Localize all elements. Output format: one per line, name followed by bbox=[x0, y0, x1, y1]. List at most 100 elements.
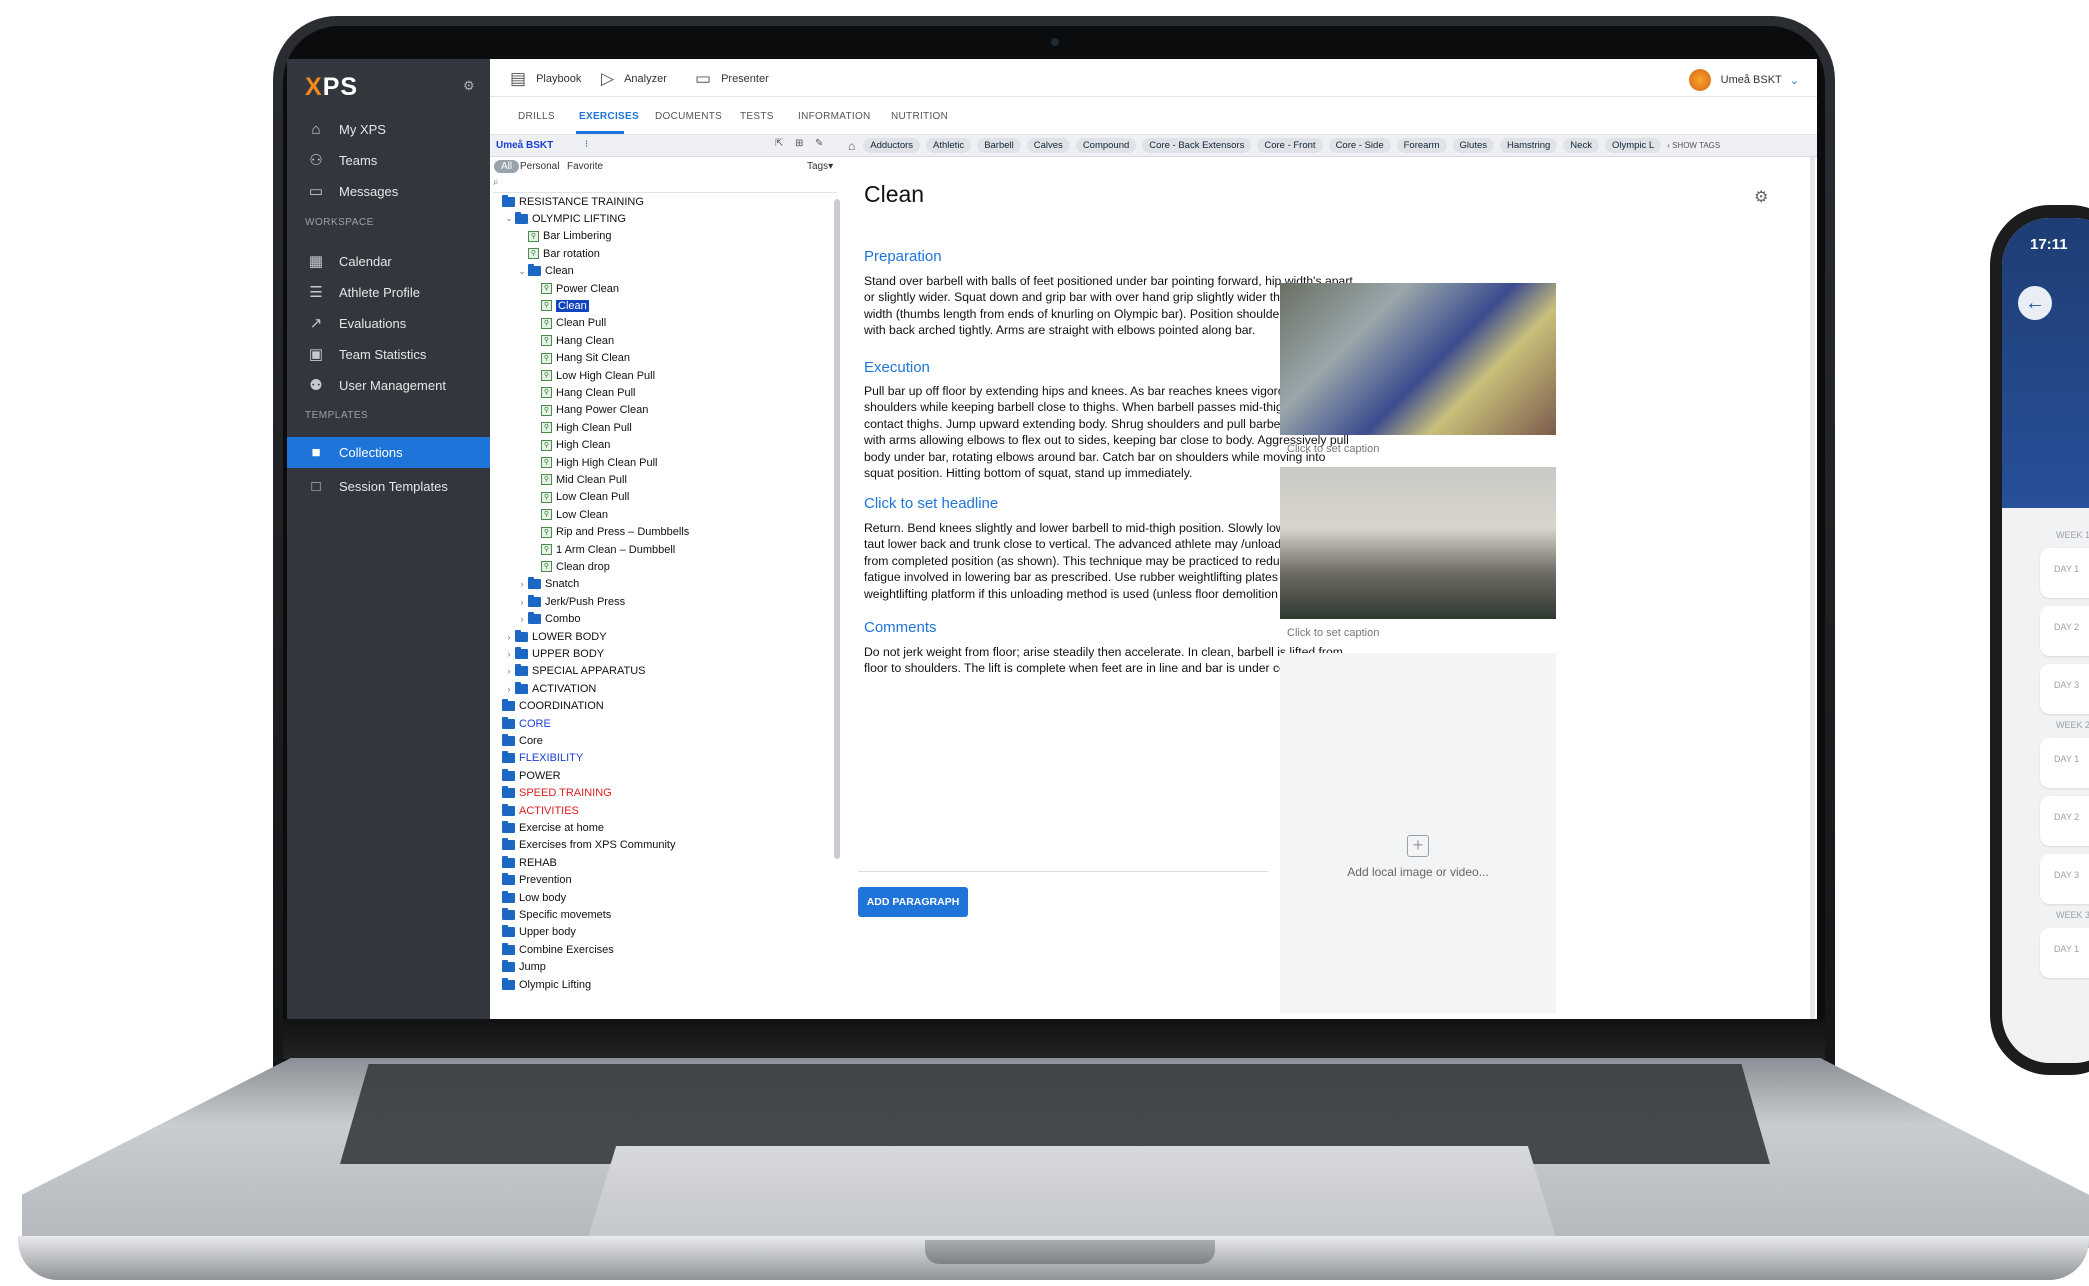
tree-exercise[interactable]: ⚲ Clean drop bbox=[529, 558, 610, 575]
analyzer-button[interactable]: ▷ Analyzer bbox=[601, 69, 667, 89]
tag-chip[interactable]: Forearm bbox=[1396, 138, 1447, 153]
image-caption-2[interactable]: Click to set caption bbox=[1287, 627, 1379, 639]
tree-exercise[interactable]: ⚲ Bar Limbering bbox=[516, 228, 611, 245]
tree-folder[interactable]: POWER bbox=[490, 767, 561, 784]
tree-exercise[interactable]: ⚲ Power Clean bbox=[529, 280, 619, 297]
gear-icon[interactable]: ⚙ bbox=[1754, 187, 1768, 207]
phone-day-card[interactable]: DAY 2 bbox=[2040, 606, 2089, 656]
tab-information[interactable]: INFORMATION bbox=[798, 111, 871, 122]
tag-chip[interactable]: Calves bbox=[1026, 138, 1070, 153]
tree-folder[interactable]: FLEXIBILITY bbox=[490, 750, 583, 767]
tag-chip[interactable]: Glutes bbox=[1452, 138, 1494, 153]
tree-exercise[interactable]: ⚲ Low High Clean Pull bbox=[529, 367, 655, 384]
team-dropdown-icon[interactable]: ⁝ bbox=[585, 139, 588, 150]
tree-folder[interactable]: › LOWER BODY bbox=[503, 628, 607, 645]
chevron-right-icon[interactable]: › bbox=[503, 649, 515, 659]
tree-exercise[interactable]: ⚲ 1 Arm Clean – Dumbbell bbox=[529, 541, 675, 558]
chevron-right-icon[interactable]: › bbox=[516, 614, 528, 624]
phone-day-card[interactable]: DAY 1 bbox=[2040, 928, 2089, 978]
tree-folder[interactable]: › Jerk/Push Press bbox=[516, 593, 625, 610]
tag-chip[interactable]: Barbell bbox=[977, 138, 1021, 153]
tab-tests[interactable]: TESTS bbox=[740, 111, 774, 122]
tag-chip[interactable]: Core - Back Extensors bbox=[1142, 138, 1252, 153]
add-paragraph-button[interactable]: ADD PARAGRAPH bbox=[858, 887, 968, 917]
phone-day-card[interactable]: DAY 1 bbox=[2040, 738, 2089, 788]
tree-exercise[interactable]: ⚲ Low Clean Pull bbox=[529, 489, 629, 506]
tree-exercise[interactable]: ⚲ High High Clean Pull bbox=[529, 454, 658, 471]
phone-day-card[interactable]: DAY 1 bbox=[2040, 548, 2089, 598]
tag-chip[interactable]: Core - Side bbox=[1328, 138, 1391, 153]
tree-folder[interactable]: Prevention bbox=[490, 872, 572, 889]
tree-folder[interactable]: › Combo bbox=[516, 611, 580, 628]
settings-gear-icon[interactable]: ⚙ bbox=[463, 78, 475, 94]
tree-exercise[interactable]: ⚲ Hang Clean bbox=[529, 332, 614, 349]
chevron-right-icon[interactable]: › bbox=[503, 666, 515, 676]
sidebar-item-collections[interactable]: ■ Collections bbox=[287, 437, 490, 468]
tree-folder[interactable]: Exercises from XPS Community bbox=[490, 837, 675, 854]
tree-folder[interactable]: › Snatch bbox=[516, 576, 579, 593]
tab-exercises[interactable]: EXERCISES bbox=[579, 111, 639, 122]
tree-folder[interactable]: RESISTANCE TRAINING bbox=[490, 193, 644, 210]
media-drop-zone[interactable] bbox=[1280, 653, 1556, 1013]
tree-folder[interactable]: Upper body bbox=[490, 924, 576, 941]
tree-folder[interactable]: Exercise at home bbox=[490, 819, 604, 836]
playbook-button[interactable]: ▤ Playbook bbox=[510, 69, 581, 89]
tree-folder[interactable]: ⌄ Clean bbox=[516, 263, 574, 280]
tree-folder[interactable]: SPEED TRAINING bbox=[490, 785, 612, 802]
tree-team-selector[interactable]: Umeå BSKT bbox=[496, 140, 553, 151]
tag-chip[interactable]: Core - Front bbox=[1257, 138, 1323, 153]
phone-day-card[interactable]: DAY 3 bbox=[2040, 854, 2089, 904]
chevron-right-icon[interactable]: › bbox=[503, 684, 515, 694]
tree-folder[interactable]: CORE bbox=[490, 715, 551, 732]
tag-chip[interactable]: Adductors bbox=[863, 138, 921, 153]
tree-search-input[interactable]: ⌕ bbox=[493, 177, 837, 193]
sidebar-item-user-management[interactable]: ⚉ User Management bbox=[287, 367, 490, 403]
tree-folder[interactable]: ACTIVITIES bbox=[490, 802, 579, 819]
tree-exercise[interactable]: ⚲ Clean bbox=[529, 297, 589, 314]
chevron-down-icon[interactable]: ⌄ bbox=[503, 213, 515, 224]
tree-folder[interactable]: REHAB bbox=[490, 854, 557, 871]
chevron-down-icon[interactable]: ⌄ bbox=[516, 266, 528, 277]
xps-logo[interactable]: XPS bbox=[305, 73, 358, 102]
tag-chip[interactable]: Compound bbox=[1075, 138, 1137, 153]
tree-exercise[interactable]: ⚲ Low Clean bbox=[529, 506, 608, 523]
back-arrow-icon[interactable]: ← bbox=[2018, 286, 2052, 320]
presenter-button[interactable]: ▭ Presenter bbox=[695, 69, 769, 89]
exercise-title[interactable]: Clean bbox=[864, 181, 924, 208]
exercise-image-gym-clean[interactable] bbox=[1280, 283, 1556, 435]
tab-nutrition[interactable]: NUTRITION bbox=[891, 111, 948, 122]
tree-folder[interactable]: › UPPER BODY bbox=[503, 645, 604, 662]
chevron-right-icon[interactable]: › bbox=[516, 597, 528, 607]
filter-favorite[interactable]: Favorite bbox=[567, 161, 603, 172]
exercise-image-rack-clean[interactable] bbox=[1280, 467, 1556, 619]
team-selector[interactable]: Umeå BSKT ⌄ bbox=[1688, 69, 1799, 91]
tree-folder[interactable]: Core bbox=[490, 732, 543, 749]
show-tags-toggle[interactable]: ‹ SHOW TAGS bbox=[1667, 141, 1720, 150]
tags-filter-dropdown[interactable]: Tags▾ bbox=[807, 161, 833, 172]
tree-folder[interactable]: Combine Exercises bbox=[490, 941, 614, 958]
tag-chip[interactable]: Athletic bbox=[926, 138, 972, 153]
tree-exercise[interactable]: ⚲ High Clean bbox=[529, 437, 610, 454]
tree-exercise[interactable]: ⚲ Bar rotation bbox=[516, 245, 600, 262]
tree-folder[interactable]: › ACTIVATION bbox=[503, 680, 596, 697]
tree-exercise[interactable]: ⚲ Clean Pull bbox=[529, 315, 606, 332]
tree-folder[interactable]: ⌄ OLYMPIC LIFTING bbox=[503, 210, 626, 227]
filter-personal[interactable]: Personal bbox=[520, 161, 559, 172]
tree-folder[interactable]: Specific movemets bbox=[490, 906, 611, 923]
section-headline-preparation[interactable]: Preparation bbox=[864, 248, 942, 265]
tree-exercise[interactable]: ⚲ Hang Clean Pull bbox=[529, 384, 636, 401]
tag-chip[interactable]: Neck bbox=[1563, 138, 1599, 153]
new-item-icon[interactable]: ⊞ bbox=[795, 138, 803, 149]
edit-pencil-icon[interactable]: ✎ bbox=[815, 138, 823, 149]
tree-folder[interactable]: Low body bbox=[490, 889, 566, 906]
tree-exercise[interactable]: ⚲ Rip and Press – Dumbbells bbox=[529, 524, 689, 541]
chevron-right-icon[interactable]: › bbox=[516, 579, 528, 589]
sidebar-item-session-templates[interactable]: □ Session Templates bbox=[287, 468, 490, 504]
tree-folder[interactable]: Jump bbox=[490, 959, 546, 976]
tab-documents[interactable]: DOCUMENTS bbox=[655, 111, 722, 122]
tree-exercise[interactable]: ⚲ High Clean Pull bbox=[529, 419, 632, 436]
tag-chip[interactable]: Olympic L bbox=[1604, 138, 1662, 153]
section-headline-comments[interactable]: Comments bbox=[864, 619, 937, 636]
tree-folder[interactable]: › SPECIAL APPARATUS bbox=[503, 663, 646, 680]
tree-exercise[interactable]: ⚲ Hang Power Clean bbox=[529, 402, 648, 419]
